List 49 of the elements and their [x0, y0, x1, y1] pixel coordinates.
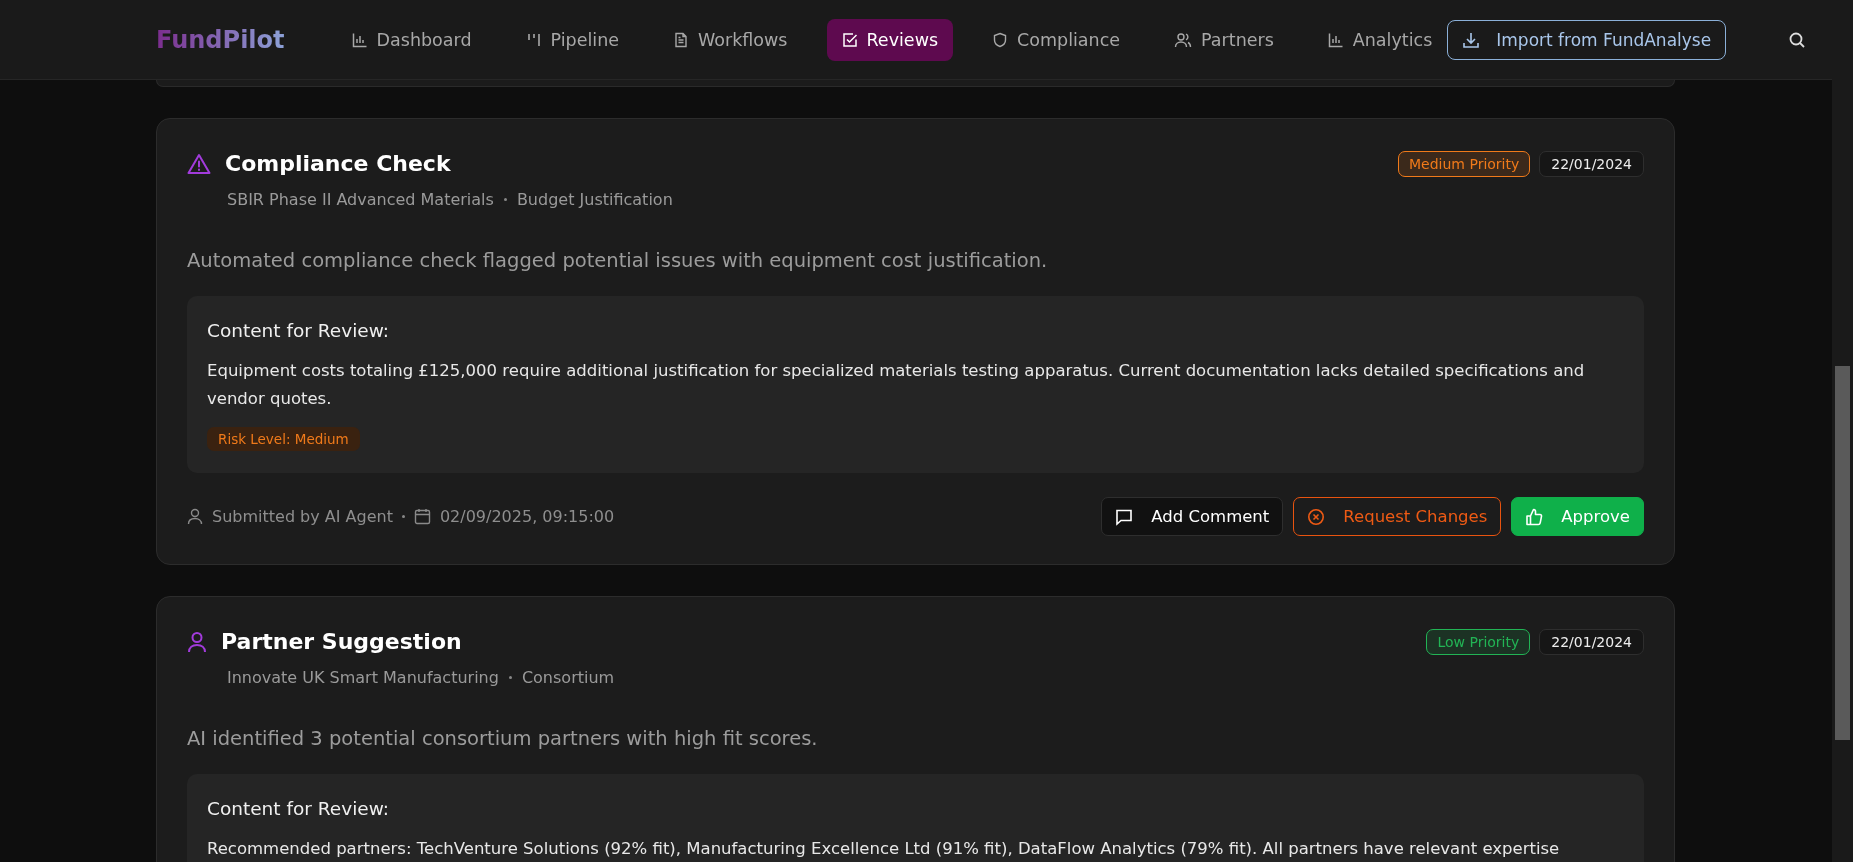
- separator-dot: [401, 515, 405, 518]
- calendar-icon: [413, 508, 431, 525]
- section-name: Consortium: [521, 668, 615, 687]
- nav-tab[interactable]: Partners: [1159, 18, 1289, 61]
- priority-badge: Low Priority: [1426, 629, 1531, 655]
- content-heading: Content for Review:: [207, 798, 390, 819]
- download-icon: [1462, 30, 1481, 49]
- add-comment-button[interactable]: Add Comment: [1101, 497, 1284, 536]
- priority-badge: Medium Priority: [1398, 151, 1531, 177]
- risk-badge: Risk Level: Medium: [207, 427, 360, 451]
- card-title: Compliance Check: [225, 151, 451, 176]
- description-text: AI identified 3 potential consortium partners with high fit scores.: [187, 727, 819, 750]
- nav-tab[interactable]: Analytics: [1312, 18, 1448, 61]
- nav-tab[interactable]: Reviews: [826, 18, 954, 61]
- scrollbar-thumb[interactable]: [1835, 366, 1850, 740]
- nav-tab[interactable]: Workflows: [658, 18, 803, 61]
- submitter-text: Submitted by AI Agent: [212, 507, 393, 526]
- pipeline-icon: [525, 31, 542, 48]
- content-text: Recommended partners: TechVenture Solutions (92% fit), Manufacturing Excellence Ltd (91% fit), DataFlow Analytics (79% fit). All partners have relevant expertise: [207, 838, 1561, 860]
- content-text: Equipment costs totaling £125,000 require additional justification for specialized materials testing apparatus. Current documentation lacks detailed specifications and vendor quotes.: [207, 360, 1586, 410]
- shield-icon: [992, 31, 1009, 48]
- content-heading: Content for Review:: [207, 320, 390, 341]
- date-badge: 22/01/2024: [1539, 629, 1644, 655]
- separator-dot: [503, 198, 507, 201]
- user-icon: [187, 508, 203, 525]
- nav-tab[interactable]: Dashboard: [336, 18, 487, 61]
- nav-tab[interactable]: Compliance: [977, 18, 1136, 61]
- import-button[interactable]: Import from FundAnalyse: [1447, 19, 1727, 60]
- bar-chart-icon: [351, 31, 368, 48]
- users-icon: [1174, 31, 1193, 48]
- request-changes-button[interactable]: Request Changes: [1293, 497, 1502, 536]
- section-name: Budget Justification: [516, 190, 673, 209]
- program-name: Innovate UK Smart Manufacturing: [227, 668, 499, 687]
- description-text: Automated compliance check flagged potential issues with equipment cost justification.: [187, 249, 1049, 272]
- date-badge: 22/01/2024: [1539, 151, 1644, 177]
- checkbox-icon: [841, 31, 858, 48]
- document-icon: [673, 31, 689, 48]
- timestamp-text: 02/09/2025, 09:15:00: [439, 507, 615, 526]
- thumbs-up-icon: [1525, 507, 1544, 526]
- nav-tab[interactable]: Pipeline: [510, 18, 634, 61]
- user-icon: [187, 630, 207, 653]
- x-circle-icon: [1307, 507, 1326, 526]
- search-icon: [1788, 30, 1806, 49]
- program-name: SBIR Phase II Advanced Materials: [227, 190, 494, 209]
- comment-icon: [1115, 507, 1134, 526]
- separator-dot: [508, 676, 512, 679]
- bar-chart-icon: [1327, 31, 1344, 48]
- warning-icon: [187, 152, 211, 175]
- card-title: Partner Suggestion: [221, 629, 462, 654]
